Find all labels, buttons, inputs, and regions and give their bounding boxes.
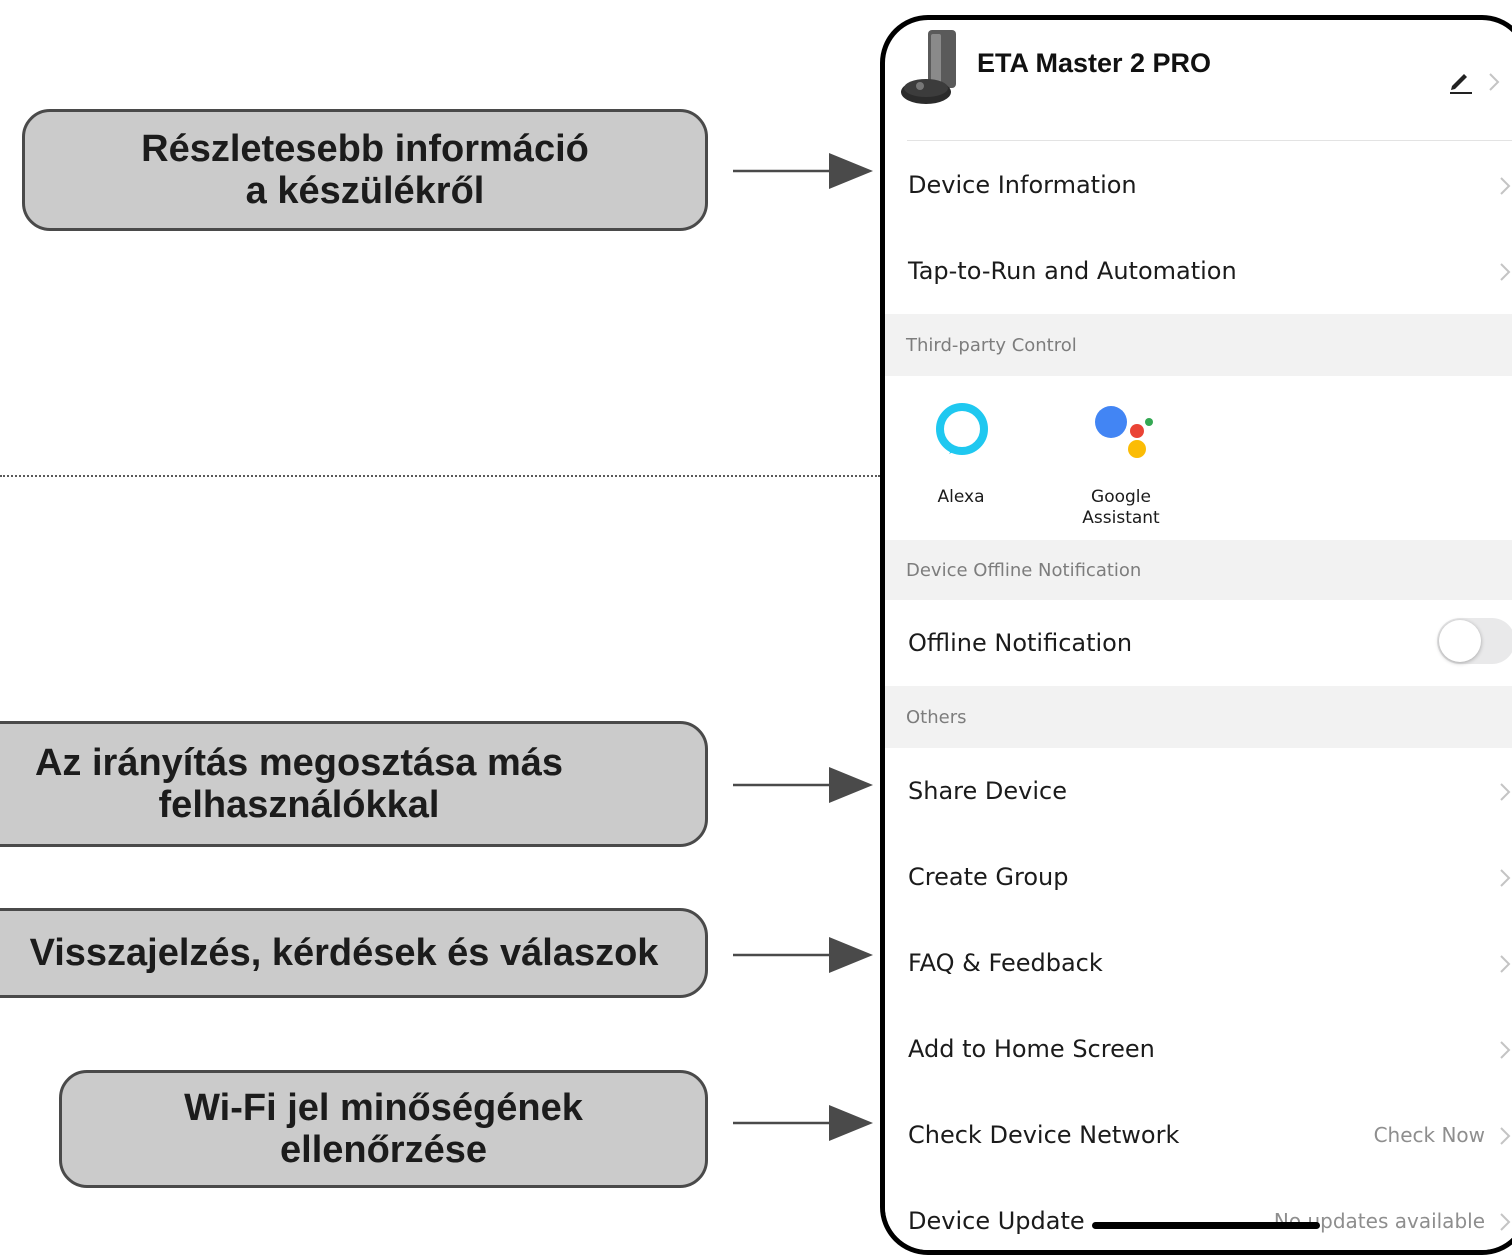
row-label: Device Information (908, 171, 1137, 199)
alexa-label: Alexa (937, 487, 985, 507)
arrow-wifi (733, 1105, 873, 1141)
row-tap-to-run[interactable]: Tap-to-Run and Automation (885, 228, 1512, 314)
device-header[interactable]: ETA Master 2 PRO (885, 20, 1512, 140)
row-label: Device Update (908, 1207, 1085, 1235)
row-label: Create Group (908, 863, 1069, 891)
row-device-information[interactable]: Device Information (885, 142, 1512, 228)
section-title: Device Offline Notification (906, 560, 1142, 581)
row-check-network[interactable]: Check Device Network Check Now (885, 1092, 1512, 1178)
row-label: FAQ & Feedback (908, 949, 1103, 977)
row-share-device[interactable]: Share Device (885, 748, 1512, 834)
chevron-right-icon (1500, 1213, 1511, 1231)
section-others: Others (885, 686, 1512, 748)
row-label: Add to Home Screen (908, 1035, 1155, 1063)
dotted-divider (0, 475, 880, 477)
chevron-right-icon (1500, 869, 1511, 887)
row-faq-feedback[interactable]: FAQ & Feedback (885, 920, 1512, 1006)
row-label: Tap-to-Run and Automation (908, 257, 1237, 285)
row-value: No updates available (1273, 1209, 1485, 1233)
row-offline-notification: Offline Notification (885, 600, 1512, 686)
offline-notification-toggle[interactable] (1437, 618, 1512, 664)
toggle-knob (1439, 620, 1481, 662)
chevron-right-icon (1500, 783, 1511, 801)
edit-pencil-icon[interactable] (1448, 68, 1474, 94)
header-divider (907, 140, 1512, 141)
row-label: Check Device Network (908, 1121, 1180, 1149)
section-third-party: Third-party Control (885, 314, 1512, 376)
callout-faq: Visszajelzés, kérdések és válaszok (0, 908, 708, 998)
arrow-device-info (733, 153, 873, 189)
alexa-icon (936, 403, 988, 455)
section-title: Third-party Control (906, 335, 1077, 356)
chevron-right-icon (1489, 73, 1500, 91)
callout-wifi: Wi-Fi jel minőségének ellenőrzése (59, 1070, 708, 1188)
chevron-right-icon (1500, 177, 1511, 195)
settings-screen: ETA Master 2 PRO Device Information Tap-… (885, 20, 1512, 1250)
row-add-home-screen[interactable]: Add to Home Screen (885, 1006, 1512, 1092)
arrow-faq (733, 937, 873, 973)
chevron-right-icon (1500, 1127, 1511, 1145)
arrow-share (733, 767, 873, 803)
robot-vacuum-icon (901, 30, 956, 104)
google-assistant-label: Google Assistant (1082, 487, 1160, 528)
callout-device-info: Részletesebb információ a készülékről (22, 109, 708, 231)
third-party-panel: Alexa Google Assistant (885, 376, 1512, 540)
home-indicator[interactable] (1092, 1222, 1320, 1229)
section-title: Others (906, 707, 967, 728)
phone-frame: ETA Master 2 PRO Device Information Tap-… (880, 15, 1512, 1255)
callout-share: Az irányítás megosztása más felhasználók… (0, 721, 708, 847)
google-assistant-icon (1095, 406, 1153, 458)
row-label: Offline Notification (908, 629, 1133, 657)
row-create-group[interactable]: Create Group (885, 834, 1512, 920)
row-label: Share Device (908, 777, 1067, 805)
section-offline: Device Offline Notification (885, 540, 1512, 600)
google-assistant-item[interactable]: Google Assistant (1061, 400, 1181, 540)
chevron-right-icon (1500, 1041, 1511, 1059)
device-name: ETA Master 2 PRO (977, 48, 1212, 78)
chevron-right-icon (1500, 955, 1511, 973)
alexa-item[interactable]: Alexa (921, 400, 1001, 530)
chevron-right-icon (1500, 263, 1511, 281)
row-device-update[interactable]: Device Update No updates available (885, 1178, 1512, 1250)
row-value: Check Now (1373, 1123, 1485, 1147)
